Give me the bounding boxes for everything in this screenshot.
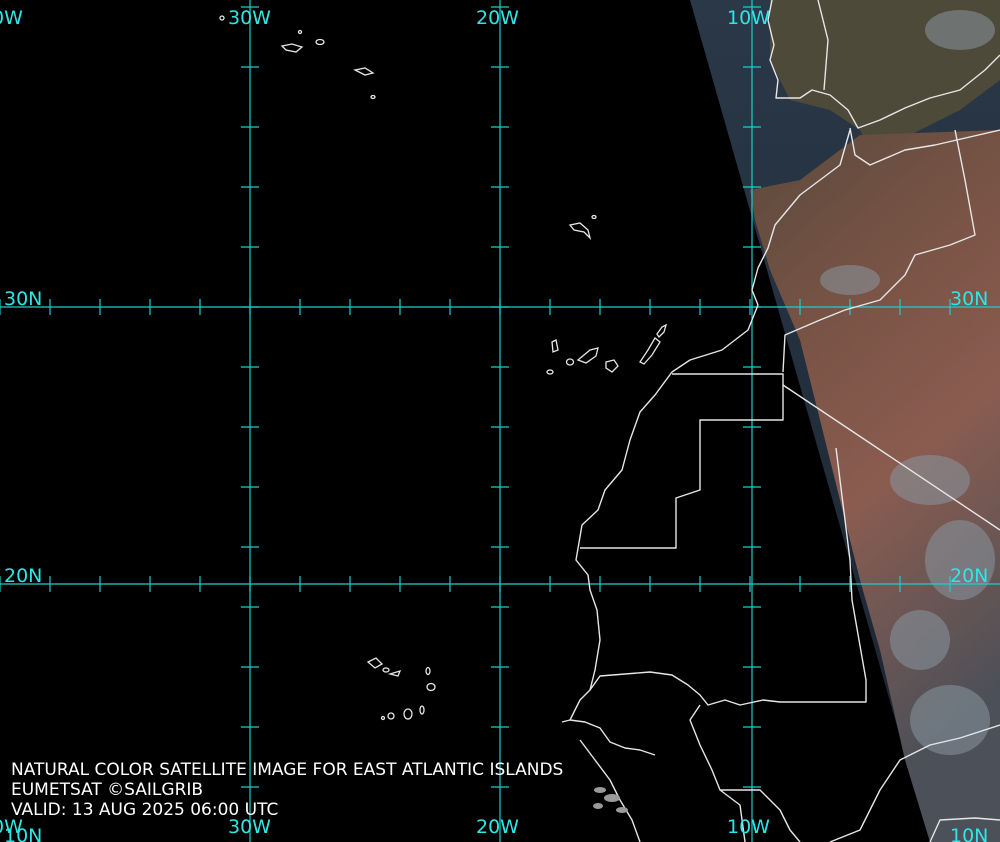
label-right-30n: 30N <box>950 288 988 310</box>
satellite-map: 0W 30W 20W 10W 0W 30W 20W 10W 30N 20N 10… <box>0 0 1000 842</box>
label-left-20n: 20N <box>4 565 42 587</box>
label-top-0w: 0W <box>0 7 23 29</box>
label-top-30w: 30W <box>228 7 271 29</box>
map-title: NATURAL COLOR SATELLITE IMAGE FOR EAST A… <box>11 760 564 780</box>
label-bottom-20w: 20W <box>476 816 519 838</box>
label-top-10w: 10W <box>727 7 770 29</box>
label-top-20w: 20W <box>476 7 519 29</box>
label-right-10n: 10N <box>950 825 988 842</box>
label-left-30n: 30N <box>4 288 42 310</box>
map-valid-time: VALID: 13 AUG 2025 06:00 UTC <box>11 800 279 820</box>
map-source: EUMETSAT ©SAILGRIB <box>11 780 204 800</box>
label-right-20n: 20N <box>950 565 988 587</box>
label-bottom-10w: 10W <box>727 816 770 838</box>
label-left-10n: 10N <box>4 825 42 842</box>
